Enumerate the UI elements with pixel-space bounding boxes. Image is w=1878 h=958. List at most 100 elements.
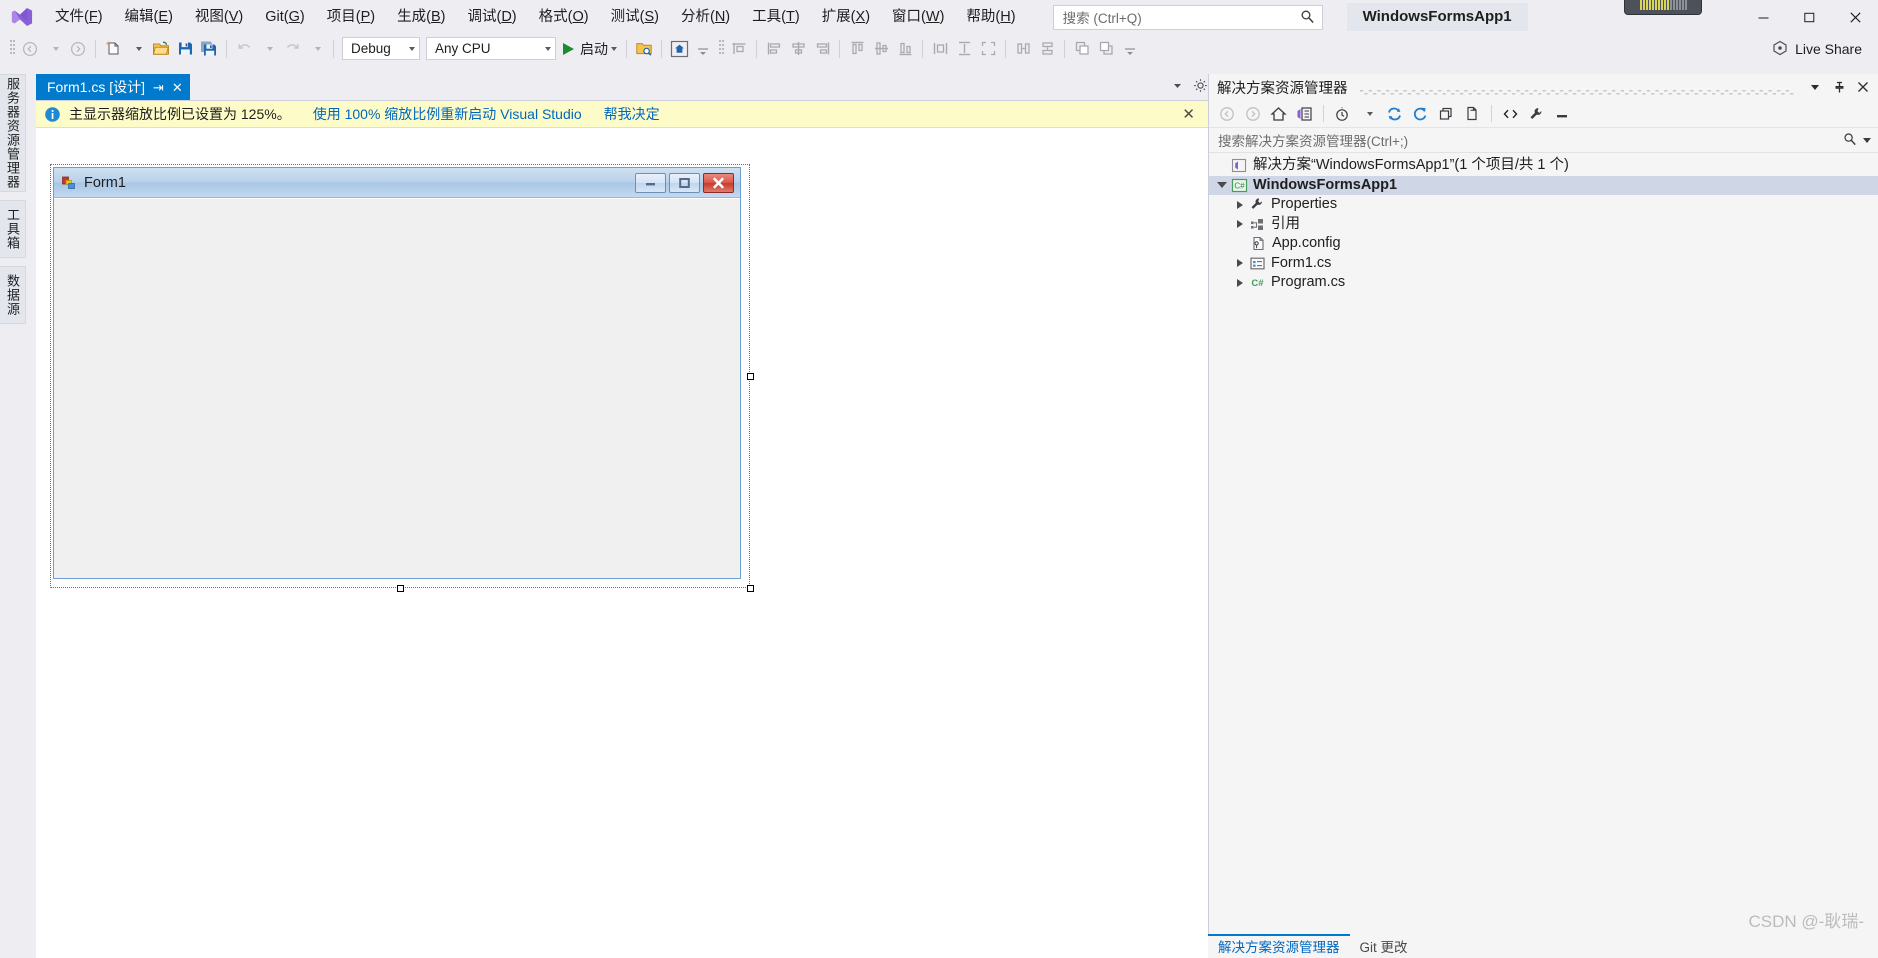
forward-icon[interactable]	[1240, 102, 1265, 125]
tree-item-properties[interactable]: Properties	[1209, 195, 1878, 215]
align-middles-button[interactable]	[869, 37, 893, 61]
chevron-down-icon[interactable]	[1806, 78, 1824, 96]
solution-platform-combo[interactable]: Any CPU	[426, 37, 556, 60]
sidebar-tab-server-explorer[interactable]: 服务器资源管理器	[0, 74, 26, 192]
make-same-size-button[interactable]	[976, 37, 1000, 61]
chevron-down-icon[interactable]	[1171, 79, 1184, 95]
window-minimize-button[interactable]	[1740, 0, 1786, 34]
resize-handle-bottom[interactable]	[396, 585, 404, 592]
pin-icon[interactable]: ⇥	[153, 81, 164, 94]
menu-tools[interactable]: 工具(T)	[741, 0, 811, 34]
window-close-button[interactable]	[1832, 0, 1878, 34]
chevron-down-icon[interactable]	[1862, 132, 1872, 148]
toolbar-overflow-button[interactable]	[691, 37, 715, 61]
tree-item-references[interactable]: 引用	[1209, 215, 1878, 235]
menu-debug[interactable]: 调试(D)	[456, 0, 527, 34]
properties-icon[interactable]	[1524, 102, 1549, 125]
tree-item-program[interactable]: C# Program.cs	[1209, 273, 1878, 293]
live-share-button[interactable]: Live Share	[1766, 37, 1868, 61]
tree-item-form1[interactable]: Form1.cs	[1209, 254, 1878, 274]
save-all-button[interactable]	[197, 37, 221, 61]
send-to-back-button[interactable]	[1094, 37, 1118, 61]
tree-item-project[interactable]: C# WindowsFormsApp1	[1209, 175, 1878, 195]
menu-git[interactable]: Git(G)	[254, 0, 315, 34]
menu-test[interactable]: 测试(S)	[600, 0, 670, 34]
pending-changes-dropdown[interactable]	[1356, 102, 1381, 125]
sidebar-tab-data-sources[interactable]: 数据源	[0, 266, 26, 324]
preview-icon[interactable]	[1550, 102, 1575, 125]
refresh-icon[interactable]	[1408, 102, 1433, 125]
redo-button[interactable]	[280, 37, 304, 61]
new-item-button[interactable]	[101, 37, 125, 61]
save-button[interactable]	[173, 37, 197, 61]
twisty-expanded[interactable]	[1213, 177, 1230, 193]
home-button[interactable]	[667, 37, 691, 61]
bottom-tab-solution-explorer[interactable]: 解决方案资源管理器	[1208, 934, 1350, 957]
collapse-all-icon[interactable]	[1434, 102, 1459, 125]
form-maximize-button[interactable]	[669, 172, 700, 193]
twisty-collapsed[interactable]	[1231, 275, 1248, 291]
help-me-decide-link[interactable]: 帮我决定	[604, 104, 660, 124]
window-maximize-button[interactable]	[1786, 0, 1832, 34]
view-code-icon[interactable]	[1498, 102, 1523, 125]
navigate-forward-button[interactable]	[66, 37, 90, 61]
home-icon[interactable]	[1266, 102, 1291, 125]
align-centers-button[interactable]	[786, 37, 810, 61]
solution-configuration-combo[interactable]: Debug	[342, 37, 420, 60]
resize-handle-bottom-right[interactable]	[747, 585, 754, 592]
designer-toolbar-overflow[interactable]	[1118, 37, 1142, 61]
form1-window[interactable]: Form1	[53, 167, 741, 579]
close-icon[interactable]	[1854, 78, 1872, 96]
menu-view[interactable]: 视图(V)	[184, 0, 254, 34]
close-icon[interactable]: ✕	[172, 81, 183, 94]
redo-dropdown[interactable]	[304, 37, 328, 61]
gear-icon[interactable]	[1193, 78, 1208, 96]
twisty-collapsed[interactable]	[1231, 255, 1248, 271]
menu-file[interactable]: 文件(F)	[44, 0, 114, 34]
toolbar-grip[interactable]	[6, 39, 18, 59]
navigate-back-button[interactable]	[18, 37, 42, 61]
menu-analyze[interactable]: 分析(N)	[670, 0, 741, 34]
tree-item-solution[interactable]: 解决方案“WindowsFormsApp1”(1 个项目/共 1 个)	[1209, 156, 1878, 176]
start-debug-button[interactable]: 启动	[559, 37, 621, 61]
twisty-collapsed[interactable]	[1231, 216, 1248, 232]
undo-button[interactable]	[232, 37, 256, 61]
back-icon[interactable]	[1214, 102, 1239, 125]
close-icon[interactable]: ✕	[1177, 105, 1200, 123]
menu-extensions[interactable]: 扩展(X)	[811, 0, 881, 34]
open-file-button[interactable]	[149, 37, 173, 61]
menu-project[interactable]: 项目(P)	[316, 0, 386, 34]
show-all-files-icon[interactable]	[1460, 102, 1485, 125]
solution-explorer-icon[interactable]	[1292, 102, 1317, 125]
align-tops-button[interactable]	[845, 37, 869, 61]
pending-changes-icon[interactable]	[1330, 102, 1355, 125]
make-same-height-button[interactable]	[952, 37, 976, 61]
menu-edit[interactable]: 编辑(E)	[114, 0, 184, 34]
sync-icon[interactable]	[1382, 102, 1407, 125]
solution-explorer-search-input[interactable]: 搜索解决方案资源管理器(Ctrl+;)	[1209, 128, 1878, 153]
panel-drag-dots[interactable]	[1359, 84, 1795, 94]
global-search-input[interactable]: 搜索 (Ctrl+Q)	[1052, 4, 1323, 30]
form1-client-area[interactable]	[54, 198, 740, 578]
tree-item-app-config[interactable]: App.config	[1209, 234, 1878, 254]
toolbar-grip-2[interactable]	[715, 39, 727, 59]
form-close-button[interactable]	[703, 172, 734, 193]
restart-at-100-link[interactable]: 使用 100% 缩放比例重新启动 Visual Studio	[313, 104, 582, 124]
twisty-collapsed[interactable]	[1231, 197, 1248, 213]
tab-form1-designer[interactable]: Form1.cs [设计] ⇥ ✕	[36, 74, 190, 100]
form-design-surface[interactable]: Form1	[36, 128, 1208, 958]
align-lefts-button[interactable]	[762, 37, 786, 61]
folder-search-button[interactable]	[632, 37, 656, 61]
new-item-dropdown[interactable]	[125, 37, 149, 61]
sidebar-tab-toolbox[interactable]: 工具箱	[0, 200, 26, 258]
navigate-back-dropdown[interactable]	[42, 37, 66, 61]
form-minimize-button[interactable]	[635, 172, 666, 193]
align-to-grid-button[interactable]	[727, 37, 751, 61]
undo-dropdown[interactable]	[256, 37, 280, 61]
align-bottoms-button[interactable]	[893, 37, 917, 61]
bring-to-front-button[interactable]	[1070, 37, 1094, 61]
horizontal-spacing-button[interactable]	[1011, 37, 1035, 61]
menu-build[interactable]: 生成(B)	[386, 0, 456, 34]
align-rights-button[interactable]	[810, 37, 834, 61]
menu-format[interactable]: 格式(O)	[528, 0, 600, 34]
